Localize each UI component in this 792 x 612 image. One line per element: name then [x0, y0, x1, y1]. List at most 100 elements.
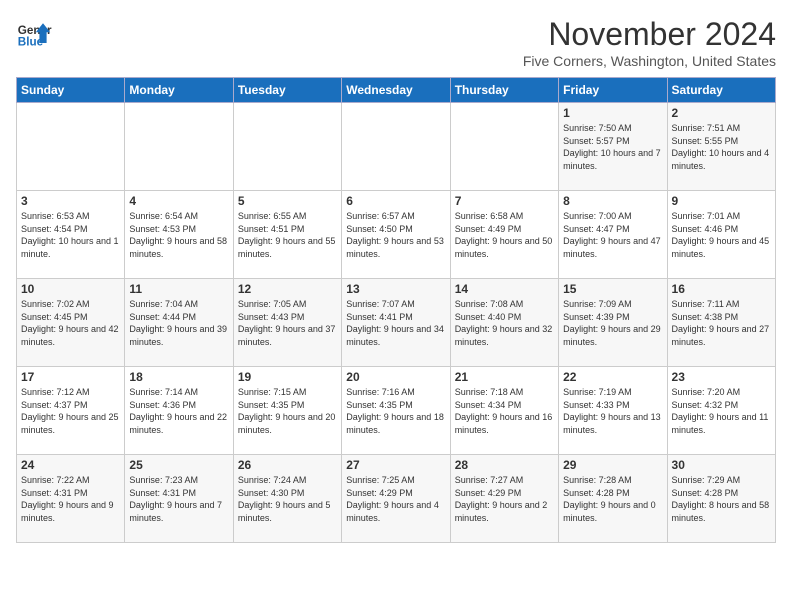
day-number: 6 [346, 194, 445, 208]
calendar-cell: 9 Sunrise: 7:01 AM Sunset: 4:46 PM Daylig… [667, 191, 775, 279]
calendar-cell: 15 Sunrise: 7:09 AM Sunset: 4:39 PM Dayli… [559, 279, 667, 367]
day-info: Sunrise: 6:57 AM Sunset: 4:50 PM Dayligh… [346, 210, 445, 260]
calendar-cell: 18Sunrise: 7:14 AM Sunset: 4:36 PM Dayli… [125, 367, 233, 455]
day-info: Sunrise: 7:22 AM Sunset: 4:31 PM Dayligh… [21, 474, 120, 524]
day-header: Monday [125, 78, 233, 103]
calendar-cell [342, 103, 450, 191]
logo: General Blue [16, 16, 52, 52]
calendar-cell: 11Sunrise: 7:04 AM Sunset: 4:44 PM Dayli… [125, 279, 233, 367]
day-number: 2 [672, 106, 771, 120]
month-title: November 2024 [523, 16, 776, 53]
logo-icon: General Blue [16, 16, 52, 52]
day-info: Sunrise: 7:28 AM Sunset: 4:28 PM Dayligh… [563, 474, 662, 524]
day-info: Sunrise: 7:20 AM Sunset: 4:32 PM Dayligh… [672, 386, 771, 436]
day-info: Sunrise: 7:24 AM Sunset: 4:30 PM Dayligh… [238, 474, 337, 524]
calendar-cell: 19Sunrise: 7:15 AM Sunset: 4:35 PM Dayli… [233, 367, 341, 455]
day-info: Sunrise: 7:18 AM Sunset: 4:34 PM Dayligh… [455, 386, 554, 436]
calendar-cell: 13 Sunrise: 7:07 AM Sunset: 4:41 PM Dayli… [342, 279, 450, 367]
calendar-cell: 29 Sunrise: 7:28 AM Sunset: 4:28 PM Dayli… [559, 455, 667, 543]
day-info: Sunrise: 7:50 AM Sunset: 5:57 PM Dayligh… [563, 122, 662, 172]
day-info: Sunrise: 7:11 AM Sunset: 4:38 PM Dayligh… [672, 298, 771, 348]
day-info: Sunrise: 7:05 AM Sunset: 4:43 PM Dayligh… [238, 298, 337, 348]
day-info: Sunrise: 7:09 AM Sunset: 4:39 PM Dayligh… [563, 298, 662, 348]
page-header: General Blue November 2024 Five Corners,… [16, 16, 776, 69]
calendar-cell: 8 Sunrise: 7:00 AM Sunset: 4:47 PM Daylig… [559, 191, 667, 279]
day-info: Sunrise: 7:19 AM Sunset: 4:33 PM Dayligh… [563, 386, 662, 436]
calendar-cell: 27Sunrise: 7:25 AM Sunset: 4:29 PM Dayli… [342, 455, 450, 543]
calendar-cell: 7 Sunrise: 6:58 AM Sunset: 4:49 PM Daylig… [450, 191, 558, 279]
day-number: 1 [563, 106, 662, 120]
day-number: 7 [455, 194, 554, 208]
calendar-cell: 3Sunrise: 6:53 AM Sunset: 4:54 PM Daylig… [17, 191, 125, 279]
calendar-cell [125, 103, 233, 191]
day-number: 29 [563, 458, 662, 472]
day-header: Sunday [17, 78, 125, 103]
calendar-cell: 16 Sunrise: 7:11 AM Sunset: 4:38 PM Dayli… [667, 279, 775, 367]
calendar-cell: 4 Sunrise: 6:54 AM Sunset: 4:53 PM Daylig… [125, 191, 233, 279]
day-number: 15 [563, 282, 662, 296]
calendar-cell: 1 Sunrise: 7:50 AM Sunset: 5:57 PM Daylig… [559, 103, 667, 191]
day-number: 20 [346, 370, 445, 384]
day-number: 11 [129, 282, 228, 296]
day-number: 10 [21, 282, 120, 296]
day-header: Wednesday [342, 78, 450, 103]
calendar-cell: 5 Sunrise: 6:55 AM Sunset: 4:51 PM Daylig… [233, 191, 341, 279]
day-header: Saturday [667, 78, 775, 103]
day-info: Sunrise: 7:15 AM Sunset: 4:35 PM Dayligh… [238, 386, 337, 436]
calendar-cell: 24Sunrise: 7:22 AM Sunset: 4:31 PM Dayli… [17, 455, 125, 543]
calendar-cell: 26 Sunrise: 7:24 AM Sunset: 4:30 PM Dayli… [233, 455, 341, 543]
calendar-cell: 23 Sunrise: 7:20 AM Sunset: 4:32 PM Dayli… [667, 367, 775, 455]
calendar-cell [17, 103, 125, 191]
day-number: 23 [672, 370, 771, 384]
day-number: 27 [346, 458, 445, 472]
calendar-cell: 28 Sunrise: 7:27 AM Sunset: 4:29 PM Dayli… [450, 455, 558, 543]
day-number: 12 [238, 282, 337, 296]
calendar-cell: 22 Sunrise: 7:19 AM Sunset: 4:33 PM Dayli… [559, 367, 667, 455]
calendar-cell: 25 Sunrise: 7:23 AM Sunset: 4:31 PM Dayli… [125, 455, 233, 543]
day-number: 14 [455, 282, 554, 296]
day-info: Sunrise: 7:02 AM Sunset: 4:45 PM Dayligh… [21, 298, 120, 348]
day-info: Sunrise: 7:27 AM Sunset: 4:29 PM Dayligh… [455, 474, 554, 524]
day-number: 9 [672, 194, 771, 208]
day-info: Sunrise: 6:58 AM Sunset: 4:49 PM Dayligh… [455, 210, 554, 260]
day-info: Sunrise: 7:12 AM Sunset: 4:37 PM Dayligh… [21, 386, 120, 436]
day-number: 5 [238, 194, 337, 208]
day-info: Sunrise: 6:54 AM Sunset: 4:53 PM Dayligh… [129, 210, 228, 260]
calendar-cell: 21 Sunrise: 7:18 AM Sunset: 4:34 PM Dayli… [450, 367, 558, 455]
day-number: 16 [672, 282, 771, 296]
day-info: Sunrise: 7:01 AM Sunset: 4:46 PM Dayligh… [672, 210, 771, 260]
day-info: Sunrise: 7:07 AM Sunset: 4:41 PM Dayligh… [346, 298, 445, 348]
day-number: 28 [455, 458, 554, 472]
day-info: Sunrise: 7:29 AM Sunset: 4:28 PM Dayligh… [672, 474, 771, 524]
day-number: 30 [672, 458, 771, 472]
day-number: 26 [238, 458, 337, 472]
day-info: Sunrise: 7:08 AM Sunset: 4:40 PM Dayligh… [455, 298, 554, 348]
day-number: 4 [129, 194, 228, 208]
day-number: 17 [21, 370, 120, 384]
day-number: 21 [455, 370, 554, 384]
day-number: 25 [129, 458, 228, 472]
calendar-cell: 12 Sunrise: 7:05 AM Sunset: 4:43 PM Dayli… [233, 279, 341, 367]
title-block: November 2024 Five Corners, Washington, … [523, 16, 776, 69]
calendar-cell: 14 Sunrise: 7:08 AM Sunset: 4:40 PM Dayli… [450, 279, 558, 367]
day-info: Sunrise: 7:23 AM Sunset: 4:31 PM Dayligh… [129, 474, 228, 524]
calendar-cell: 10 Sunrise: 7:02 AM Sunset: 4:45 PM Dayli… [17, 279, 125, 367]
calendar-cell: 30 Sunrise: 7:29 AM Sunset: 4:28 PM Dayli… [667, 455, 775, 543]
calendar-cell: 20Sunrise: 7:16 AM Sunset: 4:35 PM Dayli… [342, 367, 450, 455]
calendar-table: SundayMondayTuesdayWednesdayThursdayFrid… [16, 77, 776, 543]
day-info: Sunrise: 7:51 AM Sunset: 5:55 PM Dayligh… [672, 122, 771, 172]
day-header: Tuesday [233, 78, 341, 103]
day-info: Sunrise: 7:00 AM Sunset: 4:47 PM Dayligh… [563, 210, 662, 260]
day-number: 3 [21, 194, 120, 208]
day-number: 18 [129, 370, 228, 384]
calendar-cell: 6 Sunrise: 6:57 AM Sunset: 4:50 PM Daylig… [342, 191, 450, 279]
calendar-cell: 2 Sunrise: 7:51 AM Sunset: 5:55 PM Daylig… [667, 103, 775, 191]
location-subtitle: Five Corners, Washington, United States [523, 53, 776, 69]
day-number: 13 [346, 282, 445, 296]
calendar-cell [450, 103, 558, 191]
calendar-cell: 17 Sunrise: 7:12 AM Sunset: 4:37 PM Dayli… [17, 367, 125, 455]
day-number: 22 [563, 370, 662, 384]
day-header: Thursday [450, 78, 558, 103]
day-info: Sunrise: 6:55 AM Sunset: 4:51 PM Dayligh… [238, 210, 337, 260]
day-number: 8 [563, 194, 662, 208]
